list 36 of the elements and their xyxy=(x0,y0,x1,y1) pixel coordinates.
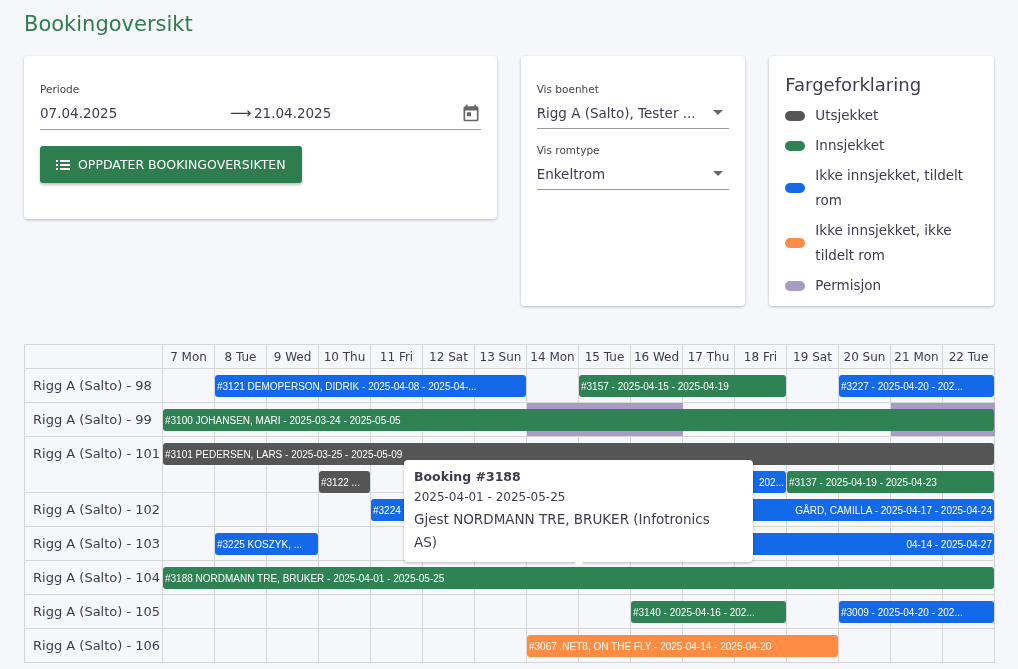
day-header: 19 Sat xyxy=(787,345,839,369)
field-label: Vis romtype xyxy=(536,144,600,156)
legend-label: Utsjekket xyxy=(815,106,879,125)
day-header: 20 Sun xyxy=(839,345,891,369)
day-header: 22 Tue xyxy=(943,345,995,369)
day-header: 21 Mon xyxy=(891,345,943,369)
legend-label: Ikke innsjekket, tildelt rom xyxy=(815,166,965,210)
legend-label: Permisjon xyxy=(815,276,882,295)
room-label: Rigg A (Salto) - 99 xyxy=(33,412,152,427)
room-label: Rigg A (Salto) - 101 xyxy=(33,446,161,461)
day-header: 14 Mon xyxy=(527,345,579,369)
day-header: 18 Fri xyxy=(735,345,787,369)
legend-title: Fargeforklaring xyxy=(785,74,922,95)
day-header: 10 Thu xyxy=(319,345,371,369)
room-label: Rigg A (Salto) - 98 xyxy=(33,378,152,393)
day-header: 9 Wed xyxy=(267,345,319,369)
day-header: 16 Wed xyxy=(631,345,683,369)
legend-label: Innsjekket xyxy=(815,136,885,155)
room-label: Rigg A (Salto) - 106 xyxy=(33,638,161,653)
room-label: Rigg A (Salto) - 102 xyxy=(33,502,161,517)
day-header: 12 Sat xyxy=(423,345,475,369)
room-label: Rigg A (Salto) - 103 xyxy=(33,536,161,551)
day-header: 17 Thu xyxy=(683,345,735,369)
day-header: 15 Tue xyxy=(579,345,631,369)
day-header: 8 Tue xyxy=(215,345,267,369)
day-header: 13 Sun xyxy=(475,345,527,369)
tooltip-dates: 2025-04-01 - 2025-05-25 xyxy=(414,490,567,504)
tooltip-title: Booking #3188 xyxy=(414,469,521,484)
field-label: Periode xyxy=(40,83,80,95)
day-header: 7 Mon xyxy=(163,345,215,369)
field-label: Vis boenhet xyxy=(536,83,599,95)
legend-label: Ikke innsjekket, ikke tildelt rom xyxy=(815,221,953,265)
room-label: Rigg A (Salto) - 104 xyxy=(33,570,161,585)
room-label: Rigg A (Salto) - 105 xyxy=(33,604,161,619)
page-title: Bookingoversikt xyxy=(24,12,193,36)
day-header: 11 Fri xyxy=(371,345,423,369)
